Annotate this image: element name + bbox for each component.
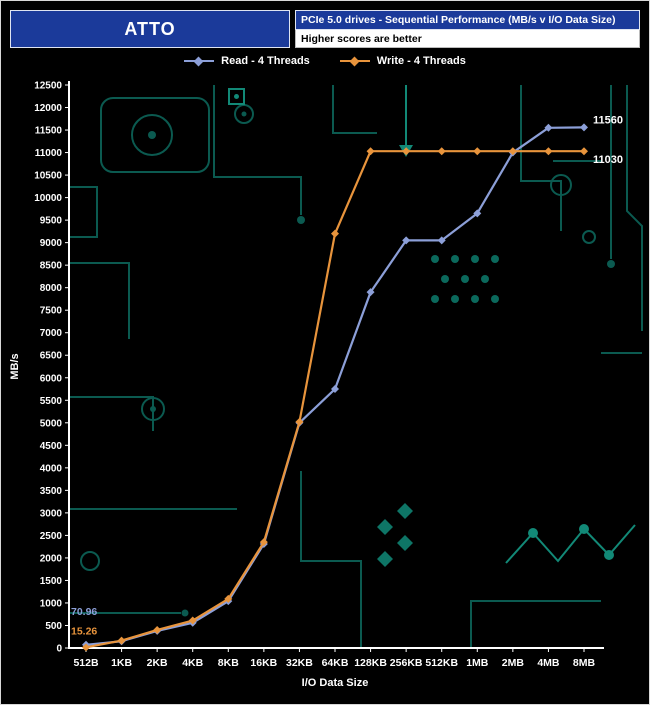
x-tick-label: 32KB xyxy=(286,657,313,669)
y-tick-label: 1500 xyxy=(40,576,63,587)
axes-layer: 0 500 1000 1500 2000 2500 3000 3500 4000 4500 5000… xyxy=(34,81,604,669)
legend-diamond-marker xyxy=(349,56,360,66)
line-chart: 0 500 1000 1500 2000 2500 3000 3500 4000 4500 5000… xyxy=(9,81,643,689)
down-arrow-decor xyxy=(399,85,413,157)
legend-diamond-marker xyxy=(193,56,204,66)
y-tick-label: 2500 xyxy=(40,531,63,542)
read-start-value-label: 70.96 xyxy=(71,606,97,618)
x-tick-label: 2KB xyxy=(147,657,168,669)
benchmark-chart-window: ATTO PCIe 5.0 drives - Sequential Perfor… xyxy=(0,0,650,705)
y-tick-label: 6500 xyxy=(40,351,63,362)
diamond-cluster-decor xyxy=(377,503,413,567)
y-tick-label: 3000 xyxy=(40,508,63,519)
write-data-point-marker xyxy=(580,147,588,156)
pad-dot-grid xyxy=(431,255,499,303)
legend-item-write: Write - 4 Threads xyxy=(339,55,466,67)
y-tick-label: 4500 xyxy=(40,441,63,452)
write-series-line xyxy=(84,150,586,649)
x-tick-label: 256KB xyxy=(390,657,423,669)
y-tick-label: 1000 xyxy=(40,598,63,609)
y-tick-label: 2000 xyxy=(40,553,63,564)
write-start-value-label: 15.26 xyxy=(71,625,97,637)
chart-title: PCIe 5.0 drives - Sequential Performance… xyxy=(295,10,640,30)
y-tick-label: 5500 xyxy=(40,396,63,407)
x-tick-label: 128KB xyxy=(354,657,387,669)
read-end-value-label: 11560 xyxy=(593,114,623,126)
x-tick-label: 1MB xyxy=(466,657,489,669)
x-tick-label: 512KB xyxy=(425,657,458,669)
legend: Read - 4 Threads Write - 4 Threads xyxy=(1,53,649,69)
y-tick-label: 9500 xyxy=(40,216,63,227)
y-tick-label: 4000 xyxy=(40,463,63,474)
y-tick-label: 8000 xyxy=(40,283,63,294)
write-end-value-label: 11030 xyxy=(593,154,623,166)
write-data-point-marker xyxy=(437,147,446,156)
title-box: PCIe 5.0 drives - Sequential Performance… xyxy=(295,10,640,48)
x-tick-label: 8KB xyxy=(218,657,239,669)
y-tick-label: 9000 xyxy=(40,238,63,249)
header: ATTO PCIe 5.0 drives - Sequential Perfor… xyxy=(10,10,640,48)
y-tick-label: 10000 xyxy=(34,193,62,204)
x-tick-label: 16KB xyxy=(250,657,277,669)
y-tick-label: 11500 xyxy=(35,126,63,137)
chart-subtitle: Higher scores are better xyxy=(295,30,640,48)
y-axis-title: MB/s xyxy=(9,353,21,379)
x-tick-label: 2MB xyxy=(502,657,525,669)
write-data-point-marker xyxy=(331,229,339,238)
write-data-point-marker xyxy=(117,636,126,645)
y-tick-label: 500 xyxy=(45,621,62,632)
y-tick-label: 0 xyxy=(56,644,62,655)
legend-line-swatch xyxy=(339,56,370,66)
circuit-board-decor xyxy=(69,85,643,648)
write-data-point-marker xyxy=(508,147,517,156)
write-data-point-marker xyxy=(544,147,553,156)
y-tick-label: 3500 xyxy=(40,486,63,497)
x-tick-label: 4KB xyxy=(182,657,203,669)
atto-logo-box: ATTO xyxy=(10,10,290,48)
write-data-point-marker xyxy=(366,147,375,156)
y-tick-label: 5000 xyxy=(40,418,63,429)
x-tick-label: 8MB xyxy=(573,657,596,669)
series-layer xyxy=(82,123,588,652)
y-tick-label: 12500 xyxy=(34,81,62,92)
zigzag-trace-decor xyxy=(505,524,636,564)
app-title: ATTO xyxy=(124,18,176,39)
labels-layer: MB/s I/O Data Size 70.96 15.26 11560 11030 xyxy=(9,114,623,689)
legend-item-read: Read - 4 Threads xyxy=(184,55,310,67)
write-data-point-marker xyxy=(473,147,482,156)
y-tick-label: 10500 xyxy=(34,171,62,182)
read-data-point-marker xyxy=(580,123,588,132)
x-tick-label: 1KB xyxy=(111,657,132,669)
y-tick-label: 7000 xyxy=(40,328,63,339)
legend-label: Read - 4 Threads xyxy=(221,55,310,67)
legend-label: Write - 4 Threads xyxy=(376,55,466,67)
x-tick-label: 4MB xyxy=(537,657,560,669)
y-tick-label: 12000 xyxy=(34,103,62,114)
legend-line-swatch xyxy=(184,56,215,66)
x-axis-title: I/O Data Size xyxy=(302,677,369,689)
x-tick-label: 64KB xyxy=(322,657,349,669)
y-tick-label: 7500 xyxy=(40,306,63,317)
y-tick-label: 8500 xyxy=(40,261,63,272)
y-tick-label: 6000 xyxy=(40,373,63,384)
y-tick-label: 11000 xyxy=(35,148,63,159)
x-tick-label: 512B xyxy=(73,657,99,669)
